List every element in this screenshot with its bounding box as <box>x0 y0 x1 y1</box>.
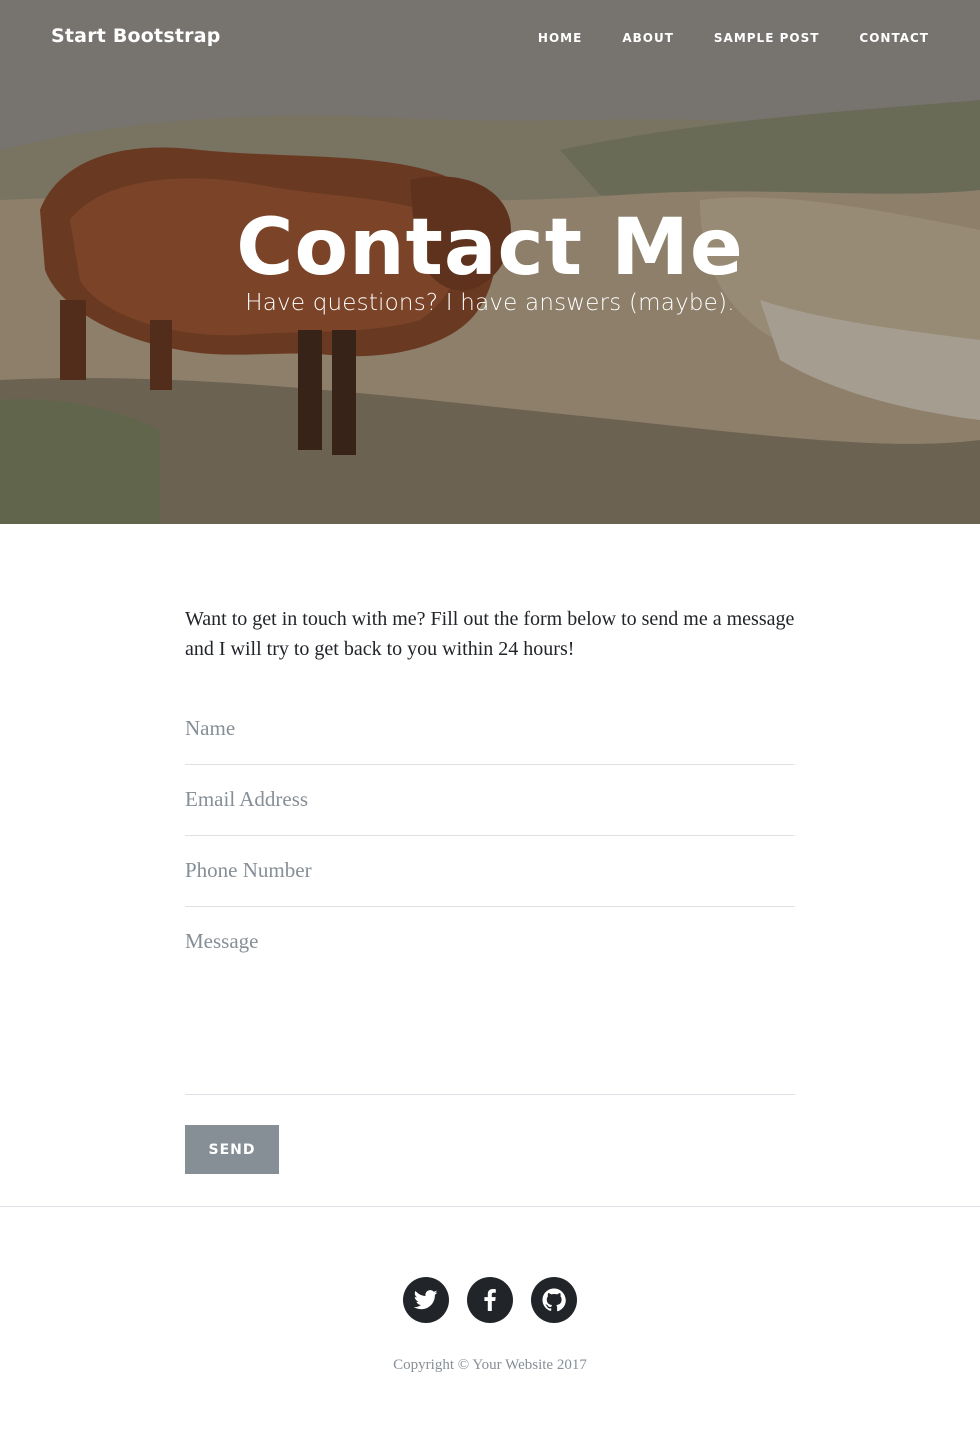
twitter-link[interactable] <box>403 1277 449 1323</box>
message-field-group <box>185 929 795 1095</box>
contact-intro-text: Want to get in touch with me? Fill out t… <box>185 608 795 660</box>
message-textarea[interactable] <box>185 929 795 1079</box>
nav-link-sample-post[interactable]: SAMPLE POST <box>714 31 820 45</box>
page-subtitle: Have questions? I have answers (maybe). <box>245 290 735 316</box>
main-nav: HOME ABOUT SAMPLE POST CONTACT <box>538 31 929 45</box>
social-links <box>403 1277 577 1323</box>
navbar-brand[interactable]: Start Bootstrap <box>51 25 221 47</box>
phone-field-group <box>185 858 795 907</box>
send-button[interactable]: SEND <box>185 1125 279 1174</box>
github-link[interactable] <box>531 1277 577 1323</box>
copyright-text: Copyright © Your Website 2017 <box>393 1357 587 1373</box>
page-heading: Contact Me Have questions? I have answer… <box>0 196 980 316</box>
nav-link-home[interactable]: HOME <box>538 31 582 45</box>
email-field-group <box>185 787 795 836</box>
facebook-icon <box>484 1289 496 1311</box>
github-icon <box>542 1288 566 1312</box>
footer-divider <box>0 1206 980 1207</box>
name-input[interactable] <box>185 716 795 741</box>
facebook-link[interactable] <box>467 1277 513 1323</box>
nav-link-contact[interactable]: CONTACT <box>859 31 929 45</box>
twitter-icon <box>414 1290 438 1310</box>
phone-input[interactable] <box>185 858 795 883</box>
email-input[interactable] <box>185 787 795 812</box>
nav-link-about[interactable]: ABOUT <box>622 31 674 45</box>
masthead: Start Bootstrap HOME ABOUT SAMPLE POST C… <box>0 0 980 524</box>
page-title: Contact Me <box>236 203 744 293</box>
name-field-group <box>185 716 795 765</box>
